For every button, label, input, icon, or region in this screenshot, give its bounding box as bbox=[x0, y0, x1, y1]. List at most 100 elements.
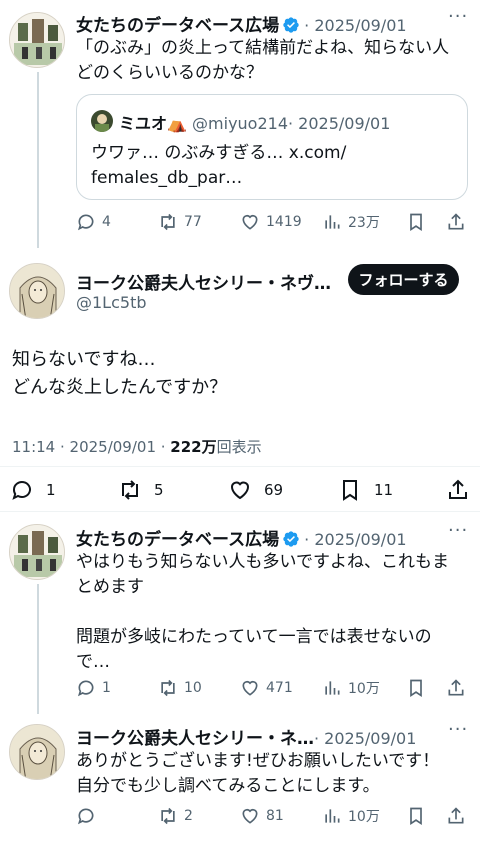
like-count: 69 bbox=[264, 481, 284, 499]
bookmark-button[interactable] bbox=[406, 806, 426, 826]
share-button[interactable] bbox=[446, 212, 466, 232]
tweet-4[interactable]: ヨーク公爵夫人セシリー・ネ…· 2025/09/01 ··· ありがとうございま… bbox=[0, 712, 480, 845]
like-count: 81 bbox=[266, 808, 284, 824]
views-button[interactable]: 23万 bbox=[322, 212, 380, 232]
reply-icon bbox=[77, 214, 94, 231]
retweet-count: 2 bbox=[184, 808, 193, 824]
bookmark-icon bbox=[410, 213, 422, 232]
avatar[interactable] bbox=[9, 524, 65, 580]
bookmark-icon bbox=[410, 679, 422, 698]
author-name[interactable]: 女たちのデータベース広場 bbox=[76, 16, 279, 36]
thread-connector bbox=[37, 584, 39, 714]
like-count: 471 bbox=[266, 680, 293, 696]
reply-button[interactable]: 4 bbox=[76, 212, 111, 232]
tweet-1[interactable]: 女たちのデータベース広場 · 2025/09/01 ··· 「のぶみ」の炎上って結… bbox=[0, 0, 480, 250]
retweet-count: 10 bbox=[184, 680, 202, 696]
thread-connector bbox=[37, 72, 39, 248]
verified-badge-icon bbox=[283, 17, 299, 33]
retweet-button[interactable]: 5 bbox=[118, 478, 164, 502]
share-button[interactable] bbox=[446, 678, 466, 698]
retweet-icon bbox=[161, 213, 175, 231]
retweet-button[interactable]: 77 bbox=[158, 212, 202, 232]
views-icon bbox=[325, 809, 340, 823]
views-count: 222万 bbox=[170, 438, 217, 456]
share-icon bbox=[448, 679, 464, 696]
author-name[interactable]: 女たちのデータベース広場 bbox=[76, 530, 279, 550]
like-button[interactable]: 81 bbox=[240, 806, 284, 826]
like-button[interactable]: 1419 bbox=[240, 212, 302, 232]
divider bbox=[0, 466, 480, 467]
tweet-timestamp-line: 11:14 · 2025/09/01 · 222万回表示 bbox=[12, 436, 262, 457]
share-icon bbox=[448, 807, 464, 824]
retweet-icon bbox=[161, 807, 175, 825]
views-count: 10万 bbox=[348, 681, 380, 697]
avatar[interactable] bbox=[9, 724, 65, 780]
verified-badge-icon bbox=[283, 531, 299, 547]
tweet-text: 「のぶみ」の炎上って結構前だよね、知らない人 どのくらいいるのかな？ bbox=[76, 38, 450, 83]
tweet-text: 知らないですね… どんな炎上したんですか？ bbox=[12, 349, 228, 398]
bookmark-button[interactable]: 11 bbox=[338, 478, 393, 502]
tweet-text: ありがとうございます!ぜひお願いしたいです！ 自分でも少し調べてみることにします… bbox=[76, 751, 440, 796]
bookmark-button[interactable] bbox=[406, 212, 426, 232]
retweet-icon bbox=[122, 480, 138, 500]
like-icon bbox=[242, 214, 258, 230]
tweet-date[interactable]: · 2025/09/01 bbox=[304, 16, 406, 35]
share-icon bbox=[449, 479, 467, 499]
reply-count: 1 bbox=[102, 680, 111, 696]
author-handle[interactable]: @1Lc5tb bbox=[76, 293, 147, 312]
retweet-button[interactable]: 2 bbox=[158, 806, 193, 826]
main-tweet[interactable]: ヨーク公爵夫人セシリー・ネヴ… @1Lc5tb フォローする 知らないですね… … bbox=[0, 250, 480, 512]
like-button[interactable]: 69 bbox=[228, 478, 283, 502]
views-button[interactable]: 10万 bbox=[322, 678, 380, 698]
tweet-date[interactable]: · 2025/09/01 bbox=[314, 729, 416, 748]
quote-tweet[interactable]: ミユオ⛺ @miyuo214· 2025/09/01 ウワァ… のぶみすぎる… … bbox=[76, 94, 468, 200]
retweet-button[interactable]: 10 bbox=[158, 678, 202, 698]
like-button[interactable]: 471 bbox=[240, 678, 293, 698]
share-icon bbox=[448, 213, 464, 230]
author-name[interactable]: ヨーク公爵夫人セシリー・ネヴ… bbox=[76, 269, 331, 294]
views-icon bbox=[325, 215, 340, 229]
quote-author-name: ミユオ⛺ bbox=[119, 114, 187, 133]
more-icon[interactable]: ··· bbox=[448, 520, 468, 541]
like-count: 1419 bbox=[266, 214, 302, 230]
views-label: 回表示 bbox=[216, 438, 262, 456]
more-icon[interactable]: ··· bbox=[448, 6, 468, 27]
like-icon bbox=[242, 808, 258, 824]
bookmark-button[interactable] bbox=[406, 678, 426, 698]
views-icon bbox=[325, 681, 340, 695]
more-icon[interactable]: ··· bbox=[448, 719, 468, 740]
quote-text: ウワァ… のぶみすぎる… x.com/ females_db_par… bbox=[91, 143, 347, 188]
bookmark-icon bbox=[343, 480, 357, 501]
avatar[interactable] bbox=[9, 12, 65, 68]
bookmark-count: 11 bbox=[374, 481, 394, 499]
quote-avatar bbox=[91, 110, 113, 132]
follow-button[interactable]: フォローする bbox=[348, 264, 459, 295]
quote-date: · 2025/09/01 bbox=[288, 114, 391, 133]
tweet-3[interactable]: 女たちのデータベース広場 · 2025/09/01 ··· やはりもう知らない人も… bbox=[0, 512, 480, 714]
like-icon bbox=[242, 680, 258, 696]
views-count: 23万 bbox=[348, 215, 380, 231]
bookmark-icon bbox=[410, 807, 422, 826]
tweet-text: やはりもう知らない人も多いですよね、これもま とめます 問題が多岐にわたっていて… bbox=[76, 552, 449, 672]
quote-handle: @miyuo214 bbox=[192, 114, 288, 133]
reply-button[interactable]: 1 bbox=[76, 678, 111, 698]
reply-icon bbox=[77, 680, 94, 697]
like-icon bbox=[230, 481, 250, 500]
views-button[interactable]: 10万 bbox=[322, 806, 380, 826]
reply-count: 1 bbox=[46, 481, 56, 499]
views-count: 10万 bbox=[348, 809, 380, 825]
retweet-count: 5 bbox=[154, 481, 164, 499]
retweet-icon bbox=[161, 679, 175, 697]
share-button[interactable] bbox=[446, 478, 470, 502]
author-name[interactable]: ヨーク公爵夫人セシリー・ネ… bbox=[76, 729, 314, 749]
tweet-date[interactable]: · 2025/09/01 bbox=[304, 530, 406, 549]
avatar[interactable] bbox=[9, 263, 65, 319]
retweet-count: 77 bbox=[184, 214, 202, 230]
share-button[interactable] bbox=[446, 806, 466, 826]
reply-icon bbox=[12, 481, 31, 500]
reply-count: 4 bbox=[102, 214, 111, 230]
reply-icon bbox=[77, 808, 94, 825]
reply-button[interactable] bbox=[76, 806, 102, 826]
reply-button[interactable]: 1 bbox=[10, 478, 56, 502]
tweet-timestamp[interactable]: 11:14 · 2025/09/01 · bbox=[12, 438, 170, 456]
